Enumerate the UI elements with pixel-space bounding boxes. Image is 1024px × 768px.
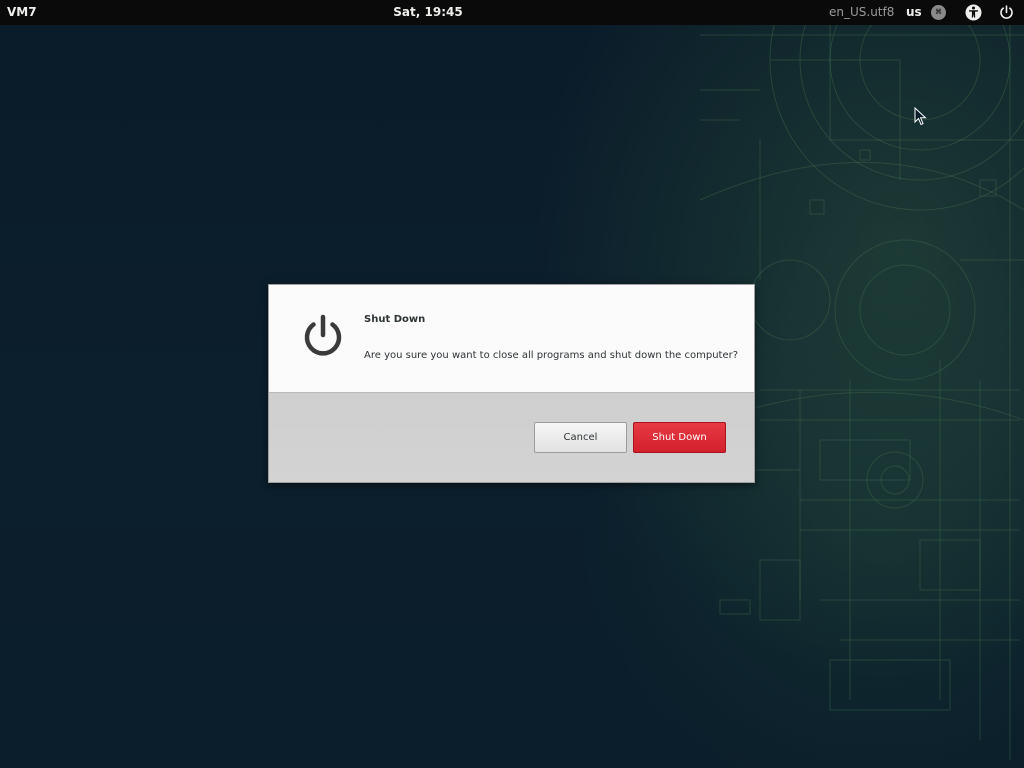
power-icon — [304, 314, 342, 356]
top-bar: VM7 Sat, 19:45 en_US.utf8 us ⌘ — [0, 0, 1024, 25]
dialog-title: Shut Down — [364, 314, 426, 325]
accessibility-icon[interactable] — [965, 4, 982, 21]
cancel-button[interactable]: Cancel — [534, 422, 627, 453]
shutdown-dialog: Shut Down Are you sure you want to close… — [268, 284, 755, 483]
activities-button[interactable]: VM7 — [7, 5, 37, 20]
dialog-actions: Cancel Shut Down — [269, 393, 754, 482]
shut-down-button[interactable]: Shut Down — [633, 422, 726, 453]
clock[interactable]: Sat, 19:45 — [378, 5, 478, 20]
power-icon[interactable] — [998, 4, 1015, 21]
mouse-pointer-icon — [914, 107, 927, 126]
dialog-message: Are you sure you want to close all progr… — [364, 350, 739, 361]
dialog-content: Shut Down Are you sure you want to close… — [269, 285, 754, 393]
keyboard-layout-indicator[interactable]: us — [906, 5, 922, 20]
ibus-icon[interactable]: ⌘ — [931, 5, 946, 20]
locale-indicator[interactable]: en_US.utf8 — [829, 5, 894, 20]
